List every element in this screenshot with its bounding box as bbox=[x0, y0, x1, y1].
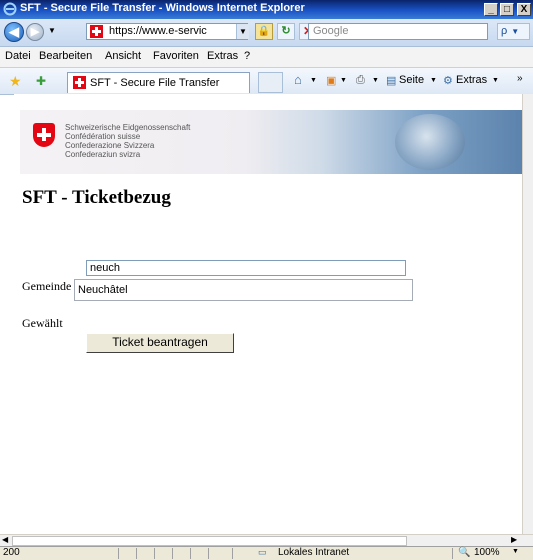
menu-bar: Datei Bearbeiten Ansicht Favoriten Extra… bbox=[0, 47, 533, 68]
menu-ansicht[interactable]: Ansicht bbox=[105, 50, 141, 62]
extras-dropdown-icon[interactable]: ▼ bbox=[492, 77, 499, 84]
feeds-icon[interactable]: ▣ bbox=[326, 74, 336, 87]
ie-logo-icon bbox=[3, 2, 17, 16]
gemeinde-search-input[interactable]: neuch bbox=[86, 260, 406, 276]
feeds-dropdown-icon[interactable]: ▼ bbox=[340, 77, 347, 84]
page-icon: ▤ bbox=[386, 75, 397, 87]
url-text: https://www.e-servic bbox=[109, 25, 207, 37]
favorites-star-icon[interactable]: ★ bbox=[9, 74, 22, 88]
gemeinde-label: Gemeinde bbox=[22, 279, 72, 293]
extras-menu[interactable]: Extras bbox=[456, 74, 487, 86]
swiss-flag-icon bbox=[73, 76, 86, 89]
header-banner: Schweizerische Eidgenossenschaft Confédé… bbox=[20, 110, 522, 174]
zoom-icon: 🔍 bbox=[458, 547, 471, 558]
refresh-icon[interactable]: ↻ bbox=[277, 23, 295, 40]
tab-sft[interactable]: SFT - Secure File Transfer bbox=[67, 72, 250, 93]
seite-dropdown-icon[interactable]: ▼ bbox=[430, 77, 437, 84]
close-button[interactable]: X bbox=[517, 3, 531, 16]
status-segment bbox=[208, 548, 224, 559]
search-dropdown-icon: ▼ bbox=[511, 27, 520, 36]
search-input[interactable]: Google bbox=[308, 23, 488, 40]
swiss-shield-icon bbox=[33, 123, 55, 147]
compass-image bbox=[395, 114, 465, 170]
zoom-dropdown-icon[interactable]: ▼ bbox=[512, 548, 519, 555]
forward-arrow-icon: ▶ bbox=[30, 26, 40, 38]
gewaehlt-label: Gewählt bbox=[22, 316, 63, 330]
scroll-left-icon[interactable]: ◀ bbox=[2, 535, 8, 544]
gov-line-it: Confederazione Svizzera bbox=[65, 141, 155, 150]
minimize-button[interactable]: _ bbox=[484, 3, 498, 16]
status-segment bbox=[190, 548, 206, 559]
status-segment bbox=[136, 548, 152, 559]
scroll-right-icon[interactable]: ▶ bbox=[511, 535, 517, 544]
gov-line-rm: Confederaziun svizra bbox=[65, 150, 141, 159]
back-arrow-icon: ◀ bbox=[9, 24, 19, 39]
status-segment bbox=[154, 548, 170, 559]
title-bar: SFT - Secure File Transfer - Windows Int… bbox=[0, 0, 533, 19]
status-segment bbox=[172, 548, 188, 559]
tab-label: SFT - Secure File Transfer bbox=[90, 77, 220, 89]
print-dropdown-icon[interactable]: ▼ bbox=[372, 77, 379, 84]
back-button[interactable]: ◀ bbox=[4, 22, 24, 42]
seite-menu[interactable]: Seite bbox=[399, 74, 424, 86]
menu-help[interactable]: ? bbox=[244, 50, 250, 62]
navigation-bar: ◀ ▶ ▼ https://www.e-servic ▼ 🔒 ↻ ✕ Googl… bbox=[0, 19, 533, 47]
lock-icon[interactable]: 🔒 bbox=[255, 23, 273, 40]
add-favorites-icon[interactable]: ✚ bbox=[36, 74, 46, 88]
zoom-level[interactable]: 100% bbox=[474, 547, 500, 558]
chevron-more-icon[interactable]: » bbox=[517, 73, 523, 84]
menu-datei[interactable]: Datei bbox=[5, 50, 31, 62]
status-bar: 200 ▭ Lokales Intranet 🔍 100% ▼ bbox=[0, 546, 533, 560]
gemeinde-select[interactable]: Neuchâtel bbox=[74, 279, 413, 301]
menu-extras[interactable]: Extras bbox=[207, 50, 238, 62]
scrollbar-thumb[interactable] bbox=[12, 536, 407, 546]
forward-button[interactable]: ▶ bbox=[26, 23, 44, 41]
search-button[interactable]: ρ ▼ bbox=[497, 23, 530, 40]
home-dropdown-icon[interactable]: ▼ bbox=[310, 77, 317, 84]
address-bar[interactable]: https://www.e-servic bbox=[86, 23, 248, 40]
print-icon[interactable]: ⎙ bbox=[356, 74, 365, 87]
swiss-flag-icon bbox=[90, 25, 103, 38]
vertical-scrollbar[interactable] bbox=[522, 94, 533, 534]
page-title: SFT - Ticketbezug bbox=[22, 187, 171, 208]
ticket-request-button[interactable]: Ticket beantragen bbox=[86, 333, 234, 353]
maximize-button[interactable]: □ bbox=[500, 3, 514, 16]
gov-line-fr: Confédération suisse bbox=[65, 132, 141, 141]
menu-bearbeiten[interactable]: Bearbeiten bbox=[39, 50, 92, 62]
window-title: SFT - Secure File Transfer - Windows Int… bbox=[20, 2, 305, 14]
history-dropdown-icon[interactable]: ▼ bbox=[48, 26, 56, 35]
intranet-icon: ▭ bbox=[258, 547, 267, 557]
new-tab-button[interactable] bbox=[258, 72, 283, 93]
menu-favoriten[interactable]: Favoriten bbox=[153, 50, 199, 62]
gov-line-de: Schweizerische Eidgenossenschaft bbox=[65, 123, 191, 132]
address-dropdown-icon[interactable]: ▼ bbox=[236, 24, 249, 39]
gear-icon: ⚙ bbox=[443, 75, 453, 87]
zone-text: Lokales Intranet bbox=[278, 547, 350, 558]
search-placeholder: Google bbox=[313, 25, 349, 37]
command-bar: ★ ✚ SFT - Secure File Transfer ⌂ ▼ ▣ ▼ ⎙… bbox=[0, 68, 533, 95]
search-icon: ρ bbox=[501, 25, 508, 37]
status-segment bbox=[118, 548, 134, 559]
status-segment bbox=[232, 548, 248, 559]
home-icon[interactable]: ⌂ bbox=[294, 72, 302, 87]
status-text: 200 bbox=[3, 547, 20, 558]
